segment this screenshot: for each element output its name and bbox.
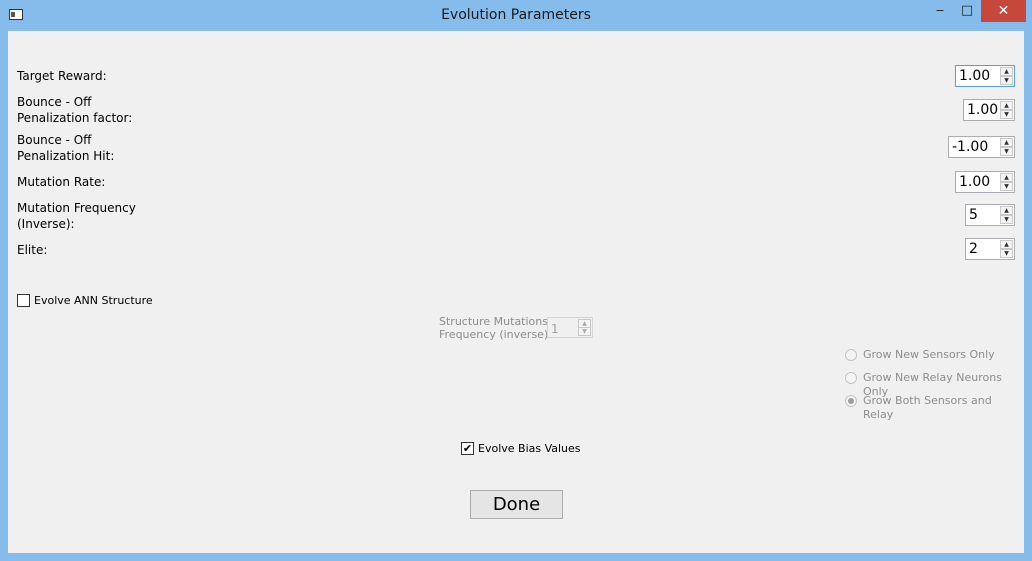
evolve-bias-label[interactable]: Evolve Bias Values	[478, 442, 581, 456]
spin-down-icon[interactable]: ▼	[1000, 110, 1013, 119]
grow-sensors-label[interactable]: Grow New Sensors Only	[863, 348, 995, 362]
elite-label: Elite:	[17, 243, 48, 257]
spin-up-icon[interactable]: ▲	[1000, 206, 1013, 215]
spin-arrows: ▲ ▼	[1000, 67, 1013, 85]
maximize-button[interactable]: □	[954, 0, 980, 22]
done-button[interactable]: Done	[470, 490, 563, 519]
mutation-frequency-spinbox[interactable]: 5 ▲ ▼	[965, 204, 1015, 226]
mutation-rate-spinbox[interactable]: 1.00 ▲ ▼	[955, 171, 1015, 193]
title-bar[interactable]: Evolution Parameters ‒ □ ✕	[0, 0, 1032, 31]
spin-up-icon[interactable]: ▲	[1000, 173, 1013, 182]
mutation-rate-value[interactable]: 1.00	[959, 174, 990, 190]
penalization-hit-label: Bounce - Off Penalization Hit:	[17, 133, 115, 163]
spin-up-icon[interactable]: ▲	[1000, 138, 1013, 147]
structure-mutations-value[interactable]: 1	[551, 321, 559, 337]
grow-sensors-radio[interactable]	[845, 349, 857, 361]
structure-mutations-spinbox[interactable]: 1 ▲ ▼	[547, 317, 593, 338]
spin-down-icon[interactable]: ▼	[1000, 215, 1013, 224]
window: Evolution Parameters ‒ □ ✕ Target Reward…	[0, 0, 1032, 561]
minimize-button[interactable]: ‒	[927, 0, 953, 22]
spin-down-icon[interactable]: ▼	[1000, 147, 1013, 156]
grow-both-label[interactable]: Grow Both Sensors and Relay	[863, 394, 1024, 422]
structure-mutations-label: Structure Mutations Frequency (inverse):	[439, 315, 552, 341]
penalization-factor-value[interactable]: 1.00	[967, 102, 998, 118]
spin-down-icon[interactable]: ▼	[1000, 76, 1013, 85]
target-reward-spinbox[interactable]: 1.00 ▲ ▼	[955, 65, 1015, 87]
spin-arrows: ▲ ▼	[1000, 206, 1013, 224]
penalization-factor-spinbox[interactable]: 1.00 ▲ ▼	[963, 99, 1015, 121]
spin-down-icon[interactable]: ▼	[1000, 249, 1013, 258]
spin-arrows: ▲ ▼	[1000, 240, 1013, 258]
grow-relay-radio[interactable]	[845, 372, 857, 384]
mutation-frequency-label: Mutation Frequency (Inverse):	[17, 201, 136, 231]
penalization-hit-spinbox[interactable]: -1.00 ▲ ▼	[948, 136, 1015, 158]
evolve-structure-checkbox[interactable]	[17, 294, 30, 307]
grow-both-radio[interactable]	[845, 395, 857, 407]
target-reward-value[interactable]: 1.00	[959, 68, 990, 84]
spin-arrows: ▲ ▼	[1000, 138, 1013, 156]
spin-up-icon[interactable]: ▲	[1000, 240, 1013, 249]
elite-spinbox[interactable]: 2 ▲ ▼	[965, 238, 1015, 260]
elite-value[interactable]: 2	[969, 241, 978, 257]
spin-down-icon[interactable]: ▼	[578, 327, 591, 336]
spin-up-icon[interactable]: ▲	[1000, 101, 1013, 110]
window-title: Evolution Parameters	[441, 7, 591, 23]
penalization-factor-label: Bounce - Off Penalization factor:	[17, 95, 133, 125]
spin-up-icon[interactable]: ▲	[1000, 67, 1013, 76]
close-button[interactable]: ✕	[981, 0, 1026, 22]
mutation-rate-label: Mutation Rate:	[17, 175, 106, 189]
evolve-structure-label[interactable]: Evolve ANN Structure	[34, 294, 153, 308]
mutation-frequency-value[interactable]: 5	[969, 207, 978, 223]
spin-arrows: ▲ ▼	[1000, 173, 1013, 191]
spin-arrows: ▲ ▼	[1000, 101, 1013, 119]
penalization-hit-value[interactable]: -1.00	[952, 139, 988, 155]
spin-arrows: ▲ ▼	[578, 319, 591, 336]
target-reward-label: Target Reward:	[17, 69, 107, 83]
dialog-body: Target Reward: 1.00 ▲ ▼ Bounce - Off Pen…	[8, 31, 1024, 553]
evolve-bias-checkbox[interactable]: ✔	[461, 442, 474, 455]
spin-down-icon[interactable]: ▼	[1000, 182, 1013, 191]
